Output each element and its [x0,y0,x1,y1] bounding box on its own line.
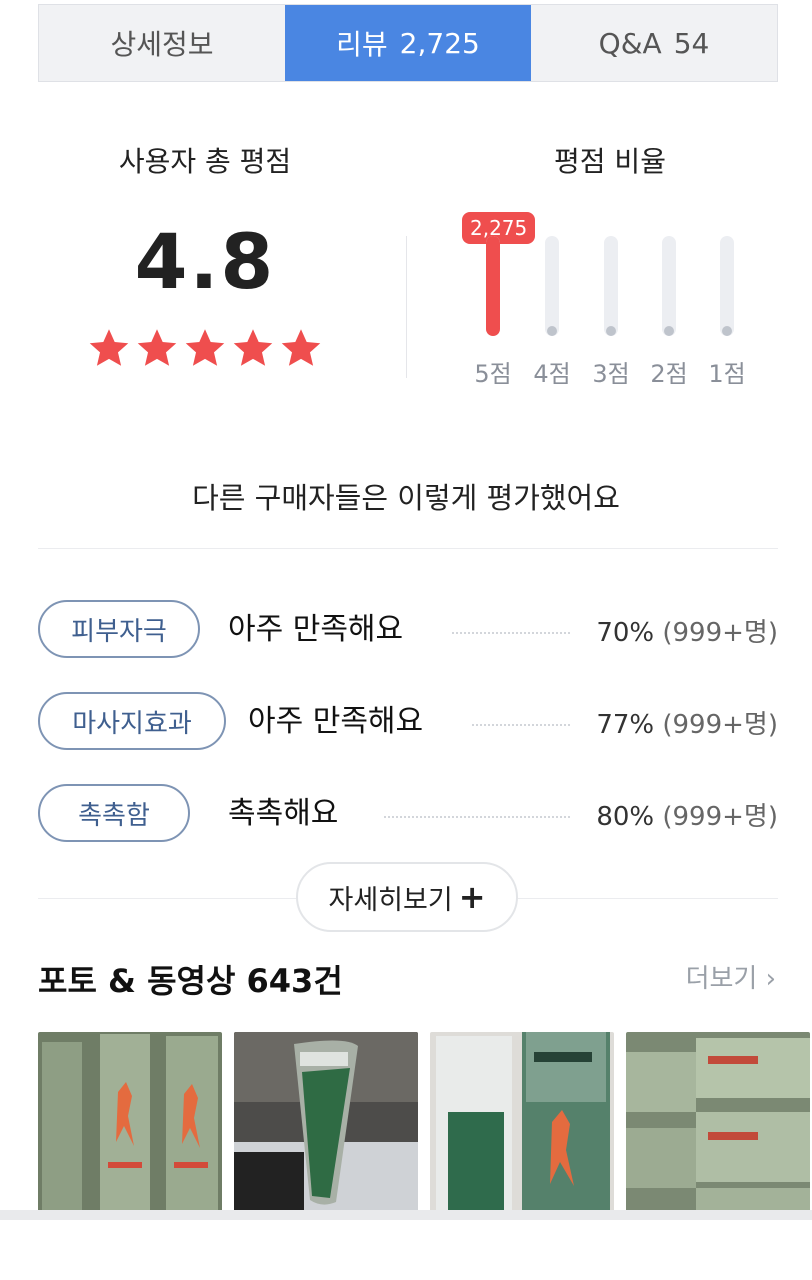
rating-bar-track [662,236,676,336]
attribute-tag[interactable]: 촉촉함 [38,784,190,842]
attribute-text: 아주 만족해요 [248,704,424,739]
rating-bar-label: 2점 [650,360,688,388]
tab-details[interactable]: 상세정보 [39,5,285,81]
photo-thumbnails [38,1032,810,1218]
rating-bar-label: 5점 [474,360,512,388]
rating-bar-label: 4점 [533,360,571,388]
star-icon [137,329,177,366]
rating-bar-dot [547,326,557,336]
plus-icon: + [458,878,486,916]
bottom-divider [0,1210,812,1220]
star-icon [89,329,129,366]
rating-bar-track [604,236,618,336]
attribute-row: 피부자극 아주 만족해요 70% (999+명) [38,600,778,660]
rating-ratio-panel: 평점 비율 2,275 5점 4점 3점 2점 1점 [450,140,780,388]
tab-details-label: 상세정보 [110,28,214,61]
rating-bar-4: 4점 [523,236,581,389]
attribute-count: (999+명) [662,710,778,740]
attribute-percent: 80% (999+명) [596,796,778,833]
attribute-percent: 70% (999+명) [596,612,778,649]
tab-reviews-label: 리뷰 [336,28,388,61]
attribute-count: (999+명) [662,618,778,648]
product-boxes-photo [38,1032,222,1218]
rating-bar-label: 1점 [708,360,746,388]
total-rating-title: 사용자 총 평점 [118,145,292,178]
attribute-text: 촉촉해요 [228,796,339,831]
rating-bar-label: 3점 [592,360,630,388]
total-rating-panel: 사용자 총 평점 4.8 [60,140,350,370]
rating-bar-track [720,236,734,336]
photo-thumbnail[interactable] [38,1032,222,1218]
attribute-count: (999+명) [662,802,778,832]
rating-ratio-title: 평점 비율 [554,145,666,178]
photo-thumbnail[interactable] [234,1032,418,1218]
see-more-label: 자세히보기 [328,884,453,916]
dotted-leader [384,816,570,818]
dotted-leader [472,724,570,726]
attribute-percent: 77% (999+명) [596,704,778,741]
tab-qna[interactable]: Q&A 54 [531,5,777,81]
attribute-percent-value: 77% [596,710,655,740]
rating-bar-track [545,236,559,336]
photo-thumbnail[interactable] [430,1032,614,1218]
tab-bar: 상세정보 리뷰 2,725 Q&A 54 [38,4,778,82]
rating-bar-5: 5점 [464,236,522,389]
star-icon [233,329,273,366]
attribute-tag[interactable]: 피부자극 [38,600,200,658]
rating-bar-2: 2점 [640,236,698,389]
star-icon [281,329,321,366]
photo-more-link[interactable]: 더보기 › [686,958,776,995]
attribute-percent-value: 80% [596,802,655,832]
rating-bar-dot [722,326,732,336]
attribute-row: 마사지효과 아주 만족해요 77% (999+명) [38,692,778,752]
rating-divider [406,236,407,378]
chevron-right-icon: › [765,964,776,994]
rating-ratio-bars: 2,275 5점 4점 3점 2점 1점 [450,212,780,412]
attribute-percent-value: 70% [596,618,655,648]
dotted-leader [452,632,570,634]
attribute-row: 촉촉함 촉촉해요 80% (999+명) [38,784,778,844]
rating-bar-3: 3점 [582,236,640,389]
rating-bar-1: 1점 [698,236,756,389]
attribute-text: 아주 만족해요 [228,612,404,647]
photo-thumbnail[interactable] [626,1032,810,1218]
rating-bar-track [486,236,500,336]
product-stack-photo [626,1032,810,1218]
total-rating-value: 4.8 [134,217,276,306]
attribute-tag[interactable]: 마사지효과 [38,692,226,750]
section-divider [38,548,778,549]
photo-section-title: 포토 & 동영상 643건 [38,962,343,1000]
product-tube-box-photo [430,1032,614,1218]
product-tube-photo [234,1032,418,1218]
photo-more-label: 더보기 [685,964,758,994]
star-icon [185,329,225,366]
rating-bar-fill [486,236,500,336]
see-more-button[interactable]: 자세히보기 + [296,862,518,932]
star-rating [60,326,350,370]
rating-bar-dot [606,326,616,336]
tab-reviews[interactable]: 리뷰 2,725 [285,5,531,81]
tab-qna-label: Q&A [598,26,662,60]
others-rating-heading: 다른 구매자들은 이렇게 평가했어요 [192,481,620,515]
rating-bar-dot [664,326,674,336]
tab-qna-count: 54 [673,26,710,60]
tab-reviews-count: 2,725 [399,26,480,60]
